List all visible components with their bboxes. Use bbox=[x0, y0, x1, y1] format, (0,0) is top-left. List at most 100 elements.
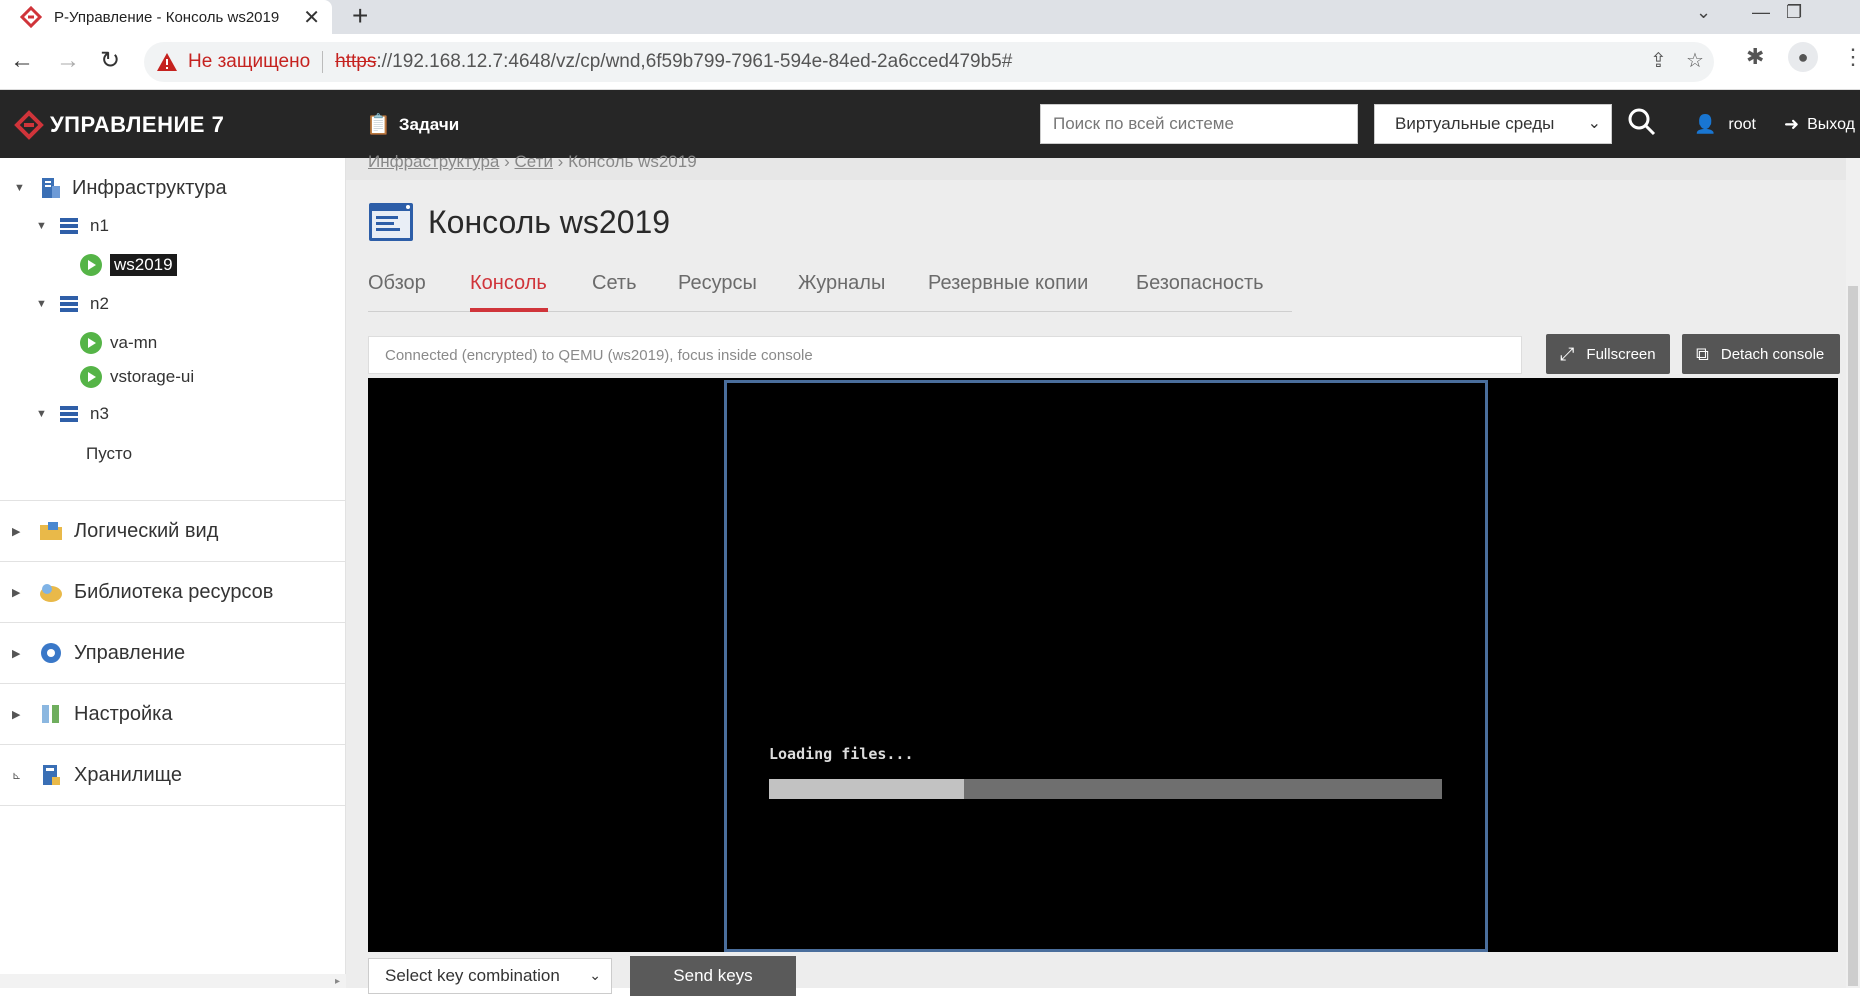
forward-icon[interactable]: → bbox=[56, 46, 80, 76]
detach-console-button[interactable]: ⧉ Detach console bbox=[1682, 334, 1840, 374]
server-icon bbox=[60, 406, 78, 422]
key-combination-select[interactable]: Select key combination ⌄ bbox=[368, 958, 612, 994]
sidebar-category-resource-library[interactable]: ▶ Библиотека ресурсов bbox=[0, 561, 346, 622]
browser-tab[interactable]: Р-Управление - Консоль ws2019 ✕ bbox=[0, 0, 332, 34]
tree-infrastructure[interactable]: ▼ Инфраструктура bbox=[14, 176, 227, 200]
new-tab-icon[interactable]: + bbox=[352, 0, 368, 32]
user-menu[interactable]: 👤 root bbox=[1694, 114, 1756, 135]
close-tab-icon[interactable]: ✕ bbox=[303, 5, 320, 30]
tab-console[interactable]: Консоль bbox=[470, 272, 547, 295]
server-icon bbox=[60, 218, 78, 234]
category-label: Хранилище bbox=[74, 763, 182, 786]
expand-triangle-icon[interactable]: ▶ bbox=[12, 647, 28, 660]
share-icon[interactable]: ⇪ bbox=[1650, 48, 1667, 73]
breadcrumb-item[interactable]: Сети bbox=[515, 152, 553, 171]
breadcrumb-current: Консоль ws2019 bbox=[568, 152, 697, 171]
omnibox-separator bbox=[322, 51, 324, 73]
key-combination-value: Select key combination bbox=[385, 966, 560, 985]
active-tab-underline bbox=[470, 308, 548, 312]
storage-collapse-icon[interactable]: ⊾ bbox=[12, 769, 28, 782]
tab-network[interactable]: Сеть bbox=[592, 272, 636, 295]
expand-triangle-icon[interactable]: ▶ bbox=[12, 708, 28, 721]
tab-resources[interactable]: Ресурсы bbox=[678, 272, 757, 295]
tree-node-n1[interactable]: ▼ n1 bbox=[36, 216, 109, 236]
scroll-right-arrow-icon[interactable]: ▸ bbox=[335, 976, 340, 987]
reload-icon[interactable]: ↻ bbox=[100, 46, 120, 76]
sidebar-category-storage[interactable]: ⊾ Хранилище bbox=[0, 744, 346, 805]
running-play-icon bbox=[80, 366, 102, 388]
tab-search-chevron-icon[interactable]: ⌄ bbox=[1696, 2, 1711, 23]
tab-overview[interactable]: Обзор bbox=[368, 272, 426, 295]
tree-node-n3[interactable]: ▼ n3 bbox=[36, 404, 109, 424]
back-icon[interactable]: ← bbox=[10, 46, 34, 76]
tree-label: n1 bbox=[90, 216, 109, 235]
not-secure-label: Не защищено bbox=[188, 51, 311, 72]
expand-triangle-icon[interactable]: ▼ bbox=[36, 220, 52, 232]
tree-label: va-mn bbox=[110, 333, 158, 352]
environment-select[interactable]: Виртуальные среды ⌄ bbox=[1374, 104, 1612, 144]
tab-logs[interactable]: Журналы bbox=[798, 272, 885, 295]
expand-triangle-icon[interactable]: ▼ bbox=[36, 298, 52, 310]
tab-security[interactable]: Безопасность bbox=[1136, 272, 1264, 295]
expand-triangle-icon[interactable]: ▶ bbox=[12, 525, 28, 538]
page-title: Консоль ws2019 bbox=[428, 204, 671, 240]
infrastructure-icon bbox=[42, 178, 60, 198]
global-search-input[interactable] bbox=[1040, 104, 1358, 144]
chevron-down-icon: ⌄ bbox=[1587, 115, 1601, 132]
expand-triangle-icon[interactable]: ▼ bbox=[14, 182, 30, 194]
tree-vm-vstorage-ui[interactable]: vstorage-ui bbox=[80, 366, 194, 388]
search-icon[interactable] bbox=[1626, 106, 1658, 138]
main-vertical-scrollbar[interactable] bbox=[1846, 158, 1860, 988]
tab-bar: Обзор Консоль Сеть Ресурсы Журналы Резер… bbox=[368, 266, 1292, 312]
fullscreen-label: Fullscreen bbox=[1586, 345, 1656, 363]
clipboard-icon: 📋 bbox=[366, 114, 391, 136]
scrollbar-thumb[interactable] bbox=[1848, 286, 1858, 986]
tasks-label: Задачи bbox=[398, 114, 460, 134]
extensions-icon[interactable]: ✱ bbox=[1746, 44, 1764, 70]
detach-label: Detach console bbox=[1720, 345, 1825, 363]
expand-triangle-icon[interactable]: ▶ bbox=[12, 586, 28, 599]
url-text: https://192.168.12.7:4648/vz/cp/wnd,6f59… bbox=[335, 51, 1012, 73]
tab-backups[interactable]: Резервные копии bbox=[928, 272, 1088, 295]
breadcrumb-item[interactable]: Инфраструктура bbox=[368, 152, 499, 171]
tree-empty-placeholder: Пусто bbox=[86, 444, 132, 464]
fullscreen-button[interactable]: ⤢ Fullscreen bbox=[1546, 334, 1670, 374]
console-loading-text: Loading files... bbox=[769, 745, 914, 763]
browser-tab-title: Р-Управление - Консоль ws2019 bbox=[54, 8, 280, 26]
bookmark-star-icon[interactable]: ☆ bbox=[1686, 48, 1704, 73]
sidebar-category-settings[interactable]: ▶ Настройка bbox=[0, 683, 346, 744]
main-content: Инфраструктура › Сети › Консоль ws2019 К… bbox=[346, 152, 1860, 996]
logo-icon bbox=[14, 110, 44, 140]
profile-avatar-icon[interactable]: ● bbox=[1788, 42, 1818, 72]
restore-icon[interactable]: ❐ bbox=[1786, 2, 1802, 23]
minimize-icon[interactable]: — bbox=[1752, 2, 1770, 23]
sidebar: ▼ Инфраструктура ▼ n1 ws2019 ▼ n2 va-mn … bbox=[0, 158, 346, 988]
tree-label: n2 bbox=[90, 294, 109, 313]
browser-toolbar: ← → ↻ Не защищено https://192.168.12.7:4… bbox=[0, 34, 1860, 90]
logout-button[interactable]: ➜ Выход bbox=[1784, 114, 1855, 135]
user-icon: 👤 bbox=[1694, 114, 1717, 134]
console-window-icon bbox=[369, 203, 413, 241]
library-icon bbox=[40, 584, 62, 602]
external-link-icon: ⧉ bbox=[1696, 343, 1709, 364]
chevron-down-icon: ⌄ bbox=[589, 967, 601, 983]
url-rest: ://192.168.12.7:4648/vz/cp/wnd,6f59b799-… bbox=[376, 51, 1013, 72]
app-favicon-icon bbox=[20, 6, 42, 28]
app-logo[interactable]: УПРАВЛЕНИЕ 7 bbox=[14, 110, 224, 140]
vm-screen[interactable]: Loading files... bbox=[724, 380, 1488, 952]
tree-vm-va-mn[interactable]: va-mn bbox=[80, 332, 157, 354]
category-label: Библиотека ресурсов bbox=[74, 580, 274, 603]
tree-node-n2[interactable]: ▼ n2 bbox=[36, 294, 109, 314]
browser-menu-icon[interactable]: ⋮ bbox=[1842, 44, 1860, 70]
tree-label: Инфраструктура bbox=[72, 176, 227, 199]
tree-vm-ws2019[interactable]: ws2019 bbox=[80, 254, 177, 276]
tasks-button[interactable]: 📋 Задачи bbox=[366, 112, 459, 137]
send-keys-button[interactable]: Send keys bbox=[630, 956, 796, 996]
sidebar-category-logical-view[interactable]: ▶ Логический вид bbox=[0, 500, 346, 561]
warning-icon bbox=[157, 53, 177, 71]
sidebar-category-management[interactable]: ▶ Управление bbox=[0, 622, 346, 683]
address-bar[interactable]: Не защищено https://192.168.12.7:4648/vz… bbox=[144, 42, 1714, 82]
expand-triangle-icon[interactable]: ▼ bbox=[36, 408, 52, 420]
vnc-console[interactable]: Loading files... bbox=[368, 378, 1838, 952]
sidebar-horizontal-scrollbar[interactable]: ▸ bbox=[0, 974, 346, 988]
